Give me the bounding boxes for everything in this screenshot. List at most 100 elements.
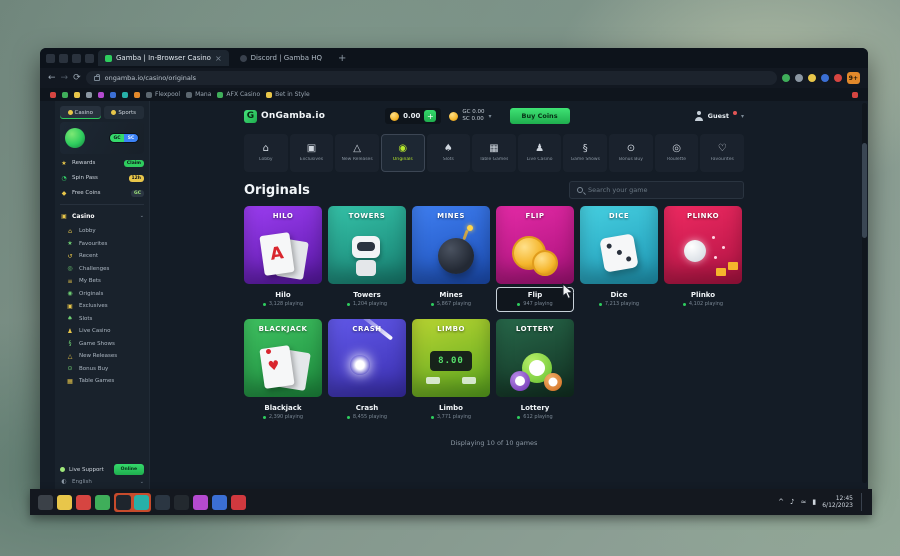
sidebar-tab-casino[interactable]: Casino [60, 106, 101, 119]
pinned-tab-icon[interactable] [72, 54, 81, 63]
bookmark-favicon[interactable] [134, 92, 140, 98]
bookmark-favicon[interactable] [74, 92, 80, 98]
tab-live-casino[interactable]: ♟Live Casino [518, 134, 562, 172]
files-app-icon[interactable] [57, 495, 72, 510]
game-card-towers[interactable]: Towers Towers1,204 playing [328, 206, 406, 312]
game-card-hilo[interactable]: Hilo A Hilo3,128 playing [244, 206, 322, 312]
extension-icon[interactable] [795, 74, 803, 82]
recorder-app-icon[interactable] [231, 495, 246, 510]
tab-game-shows[interactable]: §Game Shows [563, 134, 607, 172]
tab-exclusives[interactable]: ▣Exclusives [290, 134, 334, 172]
bookmark-favicon[interactable] [122, 92, 128, 98]
browser-tab[interactable]: Discord | Gamba HQ [233, 50, 329, 66]
show-desktop-button[interactable] [861, 493, 864, 511]
sidebar-item-recent[interactable]: ↺Recent [60, 250, 144, 263]
extension-icon[interactable] [808, 74, 816, 82]
sidebar-item-bonus-buy[interactable]: ⊙Bonus Buy [60, 363, 144, 376]
game-card-mines[interactable]: Mines Mines5,867 playing [412, 206, 490, 312]
extension-badge[interactable]: 9+ [847, 72, 860, 84]
browser-app-icon[interactable] [116, 495, 131, 510]
sidebar-item-slots[interactable]: ♠Slots [60, 313, 144, 326]
tab-slots[interactable]: ♠Slots [427, 134, 471, 172]
network-icon[interactable]: ≈ [801, 498, 807, 506]
pinned-tab-icon[interactable] [59, 54, 68, 63]
new-tab-button[interactable]: + [333, 53, 351, 64]
game-card-lottery[interactable]: Lottery Lottery612 playing [496, 319, 574, 425]
pinned-tab-icon[interactable] [46, 54, 55, 63]
sidebar-item-game-shows[interactable]: §Game Shows [60, 338, 144, 351]
tab-originals[interactable]: ◉Originals [381, 134, 425, 172]
tab-favourites[interactable]: ♡Favourites [700, 134, 744, 172]
tab-bonus-buy[interactable]: ⊙Bonus Buy [609, 134, 653, 172]
tab-roulette[interactable]: ◎Roulette [655, 134, 699, 172]
support-online-button[interactable]: Online [114, 464, 144, 475]
forward-icon[interactable]: → [61, 73, 69, 83]
user-menu[interactable]: Guest ▾ [694, 111, 744, 121]
mail-app-icon[interactable] [212, 495, 227, 510]
bookmark[interactable]: Flexpool [146, 91, 180, 98]
volume-icon[interactable]: ♪ [790, 498, 794, 506]
reload-icon[interactable]: ⟳ [73, 73, 81, 83]
add-funds-button[interactable]: + [424, 110, 436, 122]
bookmark-favicon[interactable] [98, 92, 104, 98]
sidebar-item-new-releases[interactable]: △New Releases [60, 350, 144, 363]
extension-icon[interactable] [821, 74, 829, 82]
tab-lobby[interactable]: ⌂Lobby [244, 134, 288, 172]
language-selector[interactable]: ◐ English ⌄ [60, 478, 144, 485]
live-support-row[interactable]: Live Support Online [60, 464, 144, 475]
extension-icon[interactable] [782, 74, 790, 82]
battery-icon[interactable]: ▮ [812, 498, 816, 506]
page-scrollbar[interactable] [862, 103, 867, 483]
game-card-dice[interactable]: Dice Dice7,213 playing [580, 206, 658, 312]
taskbar-clock[interactable]: 12:45 6/12/2023 [822, 495, 853, 510]
sidebar-tab-sports[interactable]: Sports [104, 106, 145, 119]
sidebar-item-originals[interactable]: ◉Originals [60, 288, 144, 301]
design-app-icon[interactable] [193, 495, 208, 510]
bookmark-favicon[interactable] [110, 92, 116, 98]
buy-coins-button[interactable]: Buy Coins [510, 108, 570, 124]
sidebar-item-challenges[interactable]: ◎Challenges [60, 263, 144, 276]
game-card-limbo[interactable]: Limbo 8.00 Limbo3,771 playing [412, 319, 490, 425]
sidebar-item-spin-pass[interactable]: ◔ Spin Pass 12h [60, 172, 144, 184]
browser-tab-active[interactable]: Gamba | In-Browser Casino × [98, 50, 229, 66]
sidebar-item-favourites[interactable]: ★Favourites [60, 238, 144, 251]
tab-new-releases[interactable]: △New Releases [335, 134, 379, 172]
tab-close-icon[interactable]: × [215, 54, 222, 63]
game-search[interactable] [569, 181, 744, 199]
bookmark[interactable]: AFX Casino [217, 91, 260, 98]
sidebar-item-lobby[interactable]: ⌂Lobby [60, 225, 144, 238]
currency-selector[interactable]: GC 0.00 SC 0.00 ▾ [449, 110, 491, 122]
site-logo[interactable]: G OnGamba.io [244, 110, 325, 123]
sidebar-item-free-coins[interactable]: ◆ Free Coins GC [60, 187, 144, 199]
messenger-app-icon[interactable] [95, 495, 110, 510]
game-card-crash[interactable]: Crash Crash8,455 playing [328, 319, 406, 425]
sidebar-item-rewards[interactable]: ★ Rewards Claim [60, 157, 144, 169]
tray-expand-icon[interactable]: ^ [778, 498, 784, 506]
sidebar-item-table-games[interactable]: ▦Table Games [60, 375, 144, 388]
sidebar-group-casino[interactable]: ▣ Casino ⌄ [60, 210, 144, 222]
extension-icon[interactable] [834, 74, 842, 82]
pinned-tab-icon[interactable] [85, 54, 94, 63]
balance-pill[interactable]: 0.00 + [385, 108, 441, 124]
notes-app-icon[interactable] [134, 495, 149, 510]
bookmark-favicon[interactable] [852, 92, 858, 98]
settings-app-icon[interactable] [174, 495, 189, 510]
terminal-app-icon[interactable] [155, 495, 170, 510]
bookmark[interactable]: Mana [186, 91, 211, 98]
game-card-plinko[interactable]: Plinko Plinko4,102 playing [664, 206, 742, 312]
sidebar-item-live-casino[interactable]: ♟Live Casino [60, 325, 144, 338]
game-card-blackjack[interactable]: Blackjack ♥ Blackjack2,390 playing [244, 319, 322, 425]
bookmark-favicon[interactable] [50, 92, 56, 98]
search-input[interactable] [588, 186, 736, 194]
bookmark[interactable]: Bet in Style [266, 91, 310, 98]
media-app-icon[interactable] [76, 495, 91, 510]
tab-table-games[interactable]: ▦Table Games [472, 134, 516, 172]
bookmark-favicon[interactable] [86, 92, 92, 98]
address-bar[interactable]: ongamba.io/casino/originals [86, 71, 777, 85]
back-icon[interactable]: ← [48, 73, 56, 83]
app-launcher-icon[interactable] [38, 495, 53, 510]
currency-toggle[interactable]: GC SC [109, 133, 139, 143]
bookmark-favicon[interactable] [62, 92, 68, 98]
sidebar-item-exclusives[interactable]: ▣Exclusives [60, 300, 144, 313]
sidebar-item-my-bets[interactable]: ≡My Bets [60, 275, 144, 288]
